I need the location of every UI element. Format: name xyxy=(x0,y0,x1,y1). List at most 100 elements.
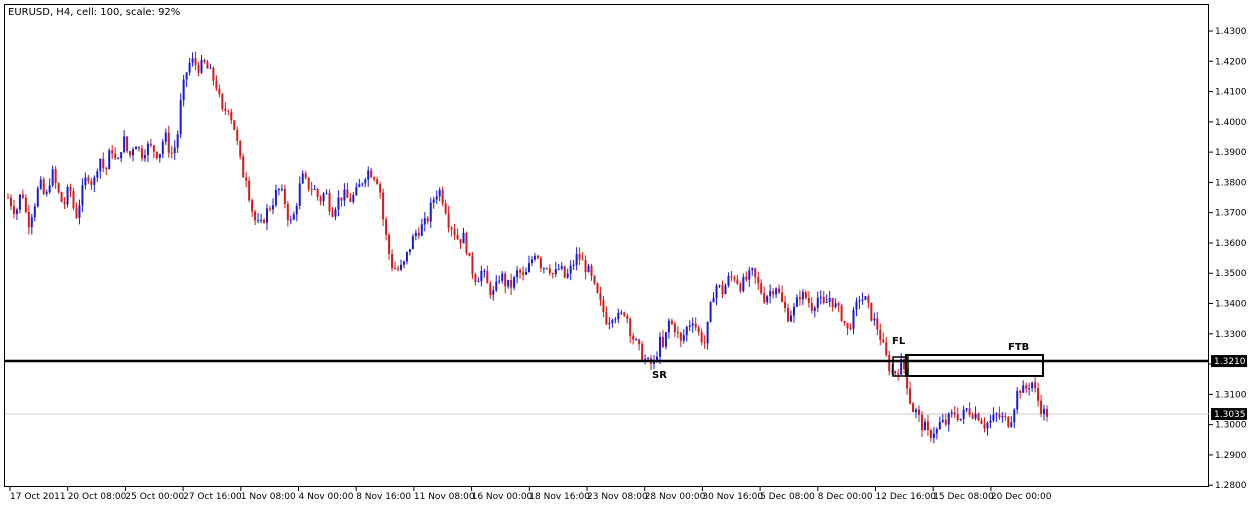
candle-body xyxy=(307,177,310,190)
candle-body xyxy=(703,342,706,344)
candle-body xyxy=(99,158,102,172)
candle-body xyxy=(566,273,569,278)
candle-body xyxy=(30,217,33,228)
candle-body xyxy=(310,189,313,191)
candle-body xyxy=(483,270,486,272)
candle-body xyxy=(742,276,745,292)
candle-body xyxy=(852,309,855,329)
candle-body xyxy=(477,281,480,283)
candle-body xyxy=(489,283,492,295)
candle-body xyxy=(349,197,352,202)
candle-body xyxy=(855,301,858,310)
candle-body xyxy=(203,59,206,63)
current_price-tag-label: 1.3035 xyxy=(1214,410,1246,420)
candle-body xyxy=(751,268,754,271)
candle-body xyxy=(694,323,697,328)
candle-body xyxy=(161,141,164,154)
y-axis: 1.4300 1.4200 1.4100 1.4000 1.3900 1.3800 1.37… xyxy=(1209,27,1247,491)
candle-body xyxy=(447,213,450,228)
candle-body xyxy=(340,197,343,201)
candle-body xyxy=(813,307,816,311)
candle-body xyxy=(563,266,566,278)
candle-body xyxy=(959,418,962,420)
candle-body xyxy=(93,177,96,185)
candle-body xyxy=(587,265,590,273)
candle-body xyxy=(453,229,456,236)
candle-body xyxy=(182,79,185,101)
candle-body xyxy=(572,264,575,266)
candle-body xyxy=(435,196,438,200)
candle-body xyxy=(75,208,78,218)
candle-body xyxy=(915,409,918,412)
candle-body xyxy=(929,430,932,439)
candle-body xyxy=(837,303,840,306)
x-tick-label: 8 Nov 16:00 xyxy=(356,492,411,502)
x-tick-label: 16 Nov 00:00 xyxy=(472,492,533,502)
y-tick-label: 1.4100 xyxy=(1215,88,1247,98)
candle-body xyxy=(647,357,650,360)
candle-body xyxy=(135,146,138,150)
candle-body xyxy=(60,192,63,203)
candle-body xyxy=(289,219,292,221)
candle-body xyxy=(840,305,843,321)
candle-body xyxy=(998,413,1001,418)
candle-body xyxy=(920,414,923,431)
candle-body xyxy=(679,332,682,341)
candle-body xyxy=(581,259,584,261)
candle-body xyxy=(1013,409,1016,423)
candle-body xyxy=(825,301,828,303)
candle-body xyxy=(661,336,664,347)
candle-body xyxy=(775,288,778,295)
candle-body xyxy=(638,339,641,345)
candle-body xyxy=(123,136,126,153)
candle-body xyxy=(90,181,93,185)
candle-body xyxy=(414,232,417,237)
candle-body xyxy=(152,145,155,152)
candle-body xyxy=(57,183,60,193)
candle-body xyxy=(1025,385,1028,389)
y-tick-label: 1.3000 xyxy=(1215,421,1247,431)
candle-body xyxy=(105,167,108,170)
candle-body xyxy=(7,197,9,199)
candle-body xyxy=(706,321,709,344)
candle-body xyxy=(1040,400,1043,414)
y-tick-label: 1.3500 xyxy=(1215,269,1247,279)
candle-body xyxy=(980,420,983,424)
candle-body xyxy=(328,193,331,212)
candle-body xyxy=(504,273,507,287)
candle-body xyxy=(739,283,742,292)
candle-body xyxy=(373,177,376,180)
candle-body xyxy=(667,320,670,333)
candle-body xyxy=(260,219,263,221)
candle-body xyxy=(688,325,691,327)
candle-body xyxy=(548,268,551,274)
candle-body xyxy=(629,318,632,336)
candle-body xyxy=(635,339,638,341)
candle-body xyxy=(962,410,965,419)
candle-body xyxy=(15,209,18,214)
candle-body xyxy=(325,193,328,195)
candle-body xyxy=(355,187,358,195)
candle-body xyxy=(492,290,495,295)
level_line-tag-label: 1.3210 xyxy=(1214,357,1246,367)
candle-body xyxy=(876,318,879,330)
candle-body xyxy=(1019,390,1022,393)
candle-body xyxy=(611,320,614,324)
candle-body xyxy=(724,285,727,294)
candle-body xyxy=(861,299,864,301)
candle-body xyxy=(557,268,560,270)
x-tick-label: 18 Nov 16:00 xyxy=(529,492,590,502)
candle-body xyxy=(441,189,444,204)
candle-body xyxy=(700,332,703,343)
candle-body xyxy=(721,285,724,294)
candle-body xyxy=(834,303,837,308)
candle-body xyxy=(935,429,938,434)
y-tick-label: 1.3300 xyxy=(1215,330,1247,340)
candle-body xyxy=(983,423,986,429)
candle-body xyxy=(408,249,411,252)
candle-body xyxy=(423,218,426,225)
candle-body xyxy=(608,323,611,325)
candle-body xyxy=(1022,385,1025,393)
candle-body xyxy=(456,235,459,240)
candle-body xyxy=(215,80,218,89)
